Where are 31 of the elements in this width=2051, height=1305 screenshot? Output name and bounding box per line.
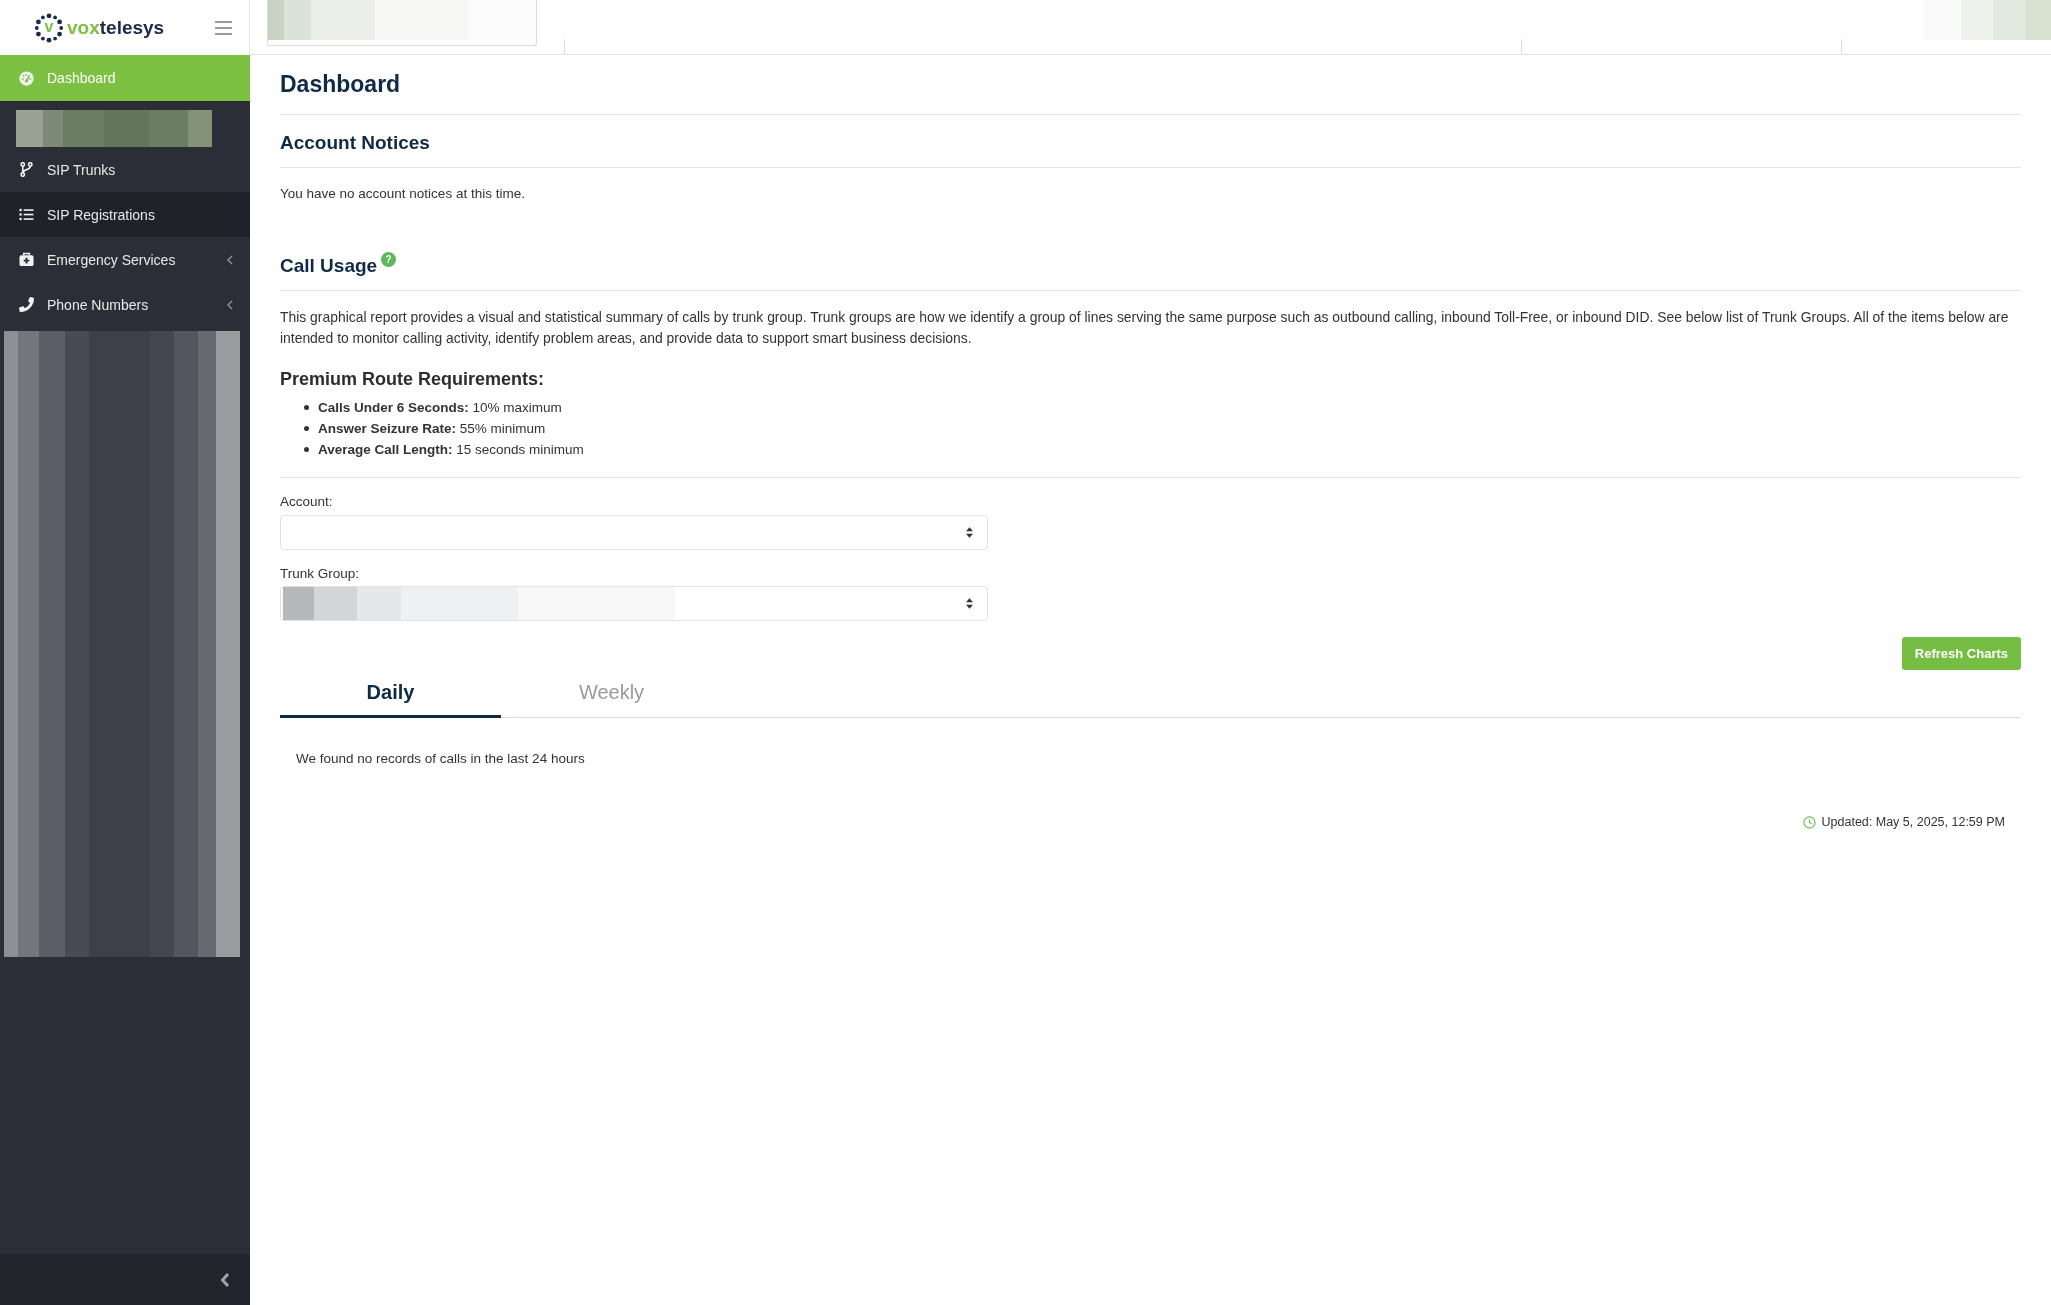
sort-icon	[966, 527, 973, 538]
field-label: Account:	[280, 493, 333, 511]
sort-icon	[966, 598, 973, 609]
updated-text: Updated: May 5, 2025, 12:59 PM	[1821, 814, 2005, 831]
requirement-text: Average Call Length: 15 seconds minimum	[318, 441, 584, 459]
branch-icon	[19, 162, 34, 177]
section-title: Account Notices	[280, 131, 431, 155]
page-title: Dashboard	[280, 70, 402, 98]
bullet-icon	[304, 447, 309, 452]
clock-icon	[1802, 815, 1816, 829]
list-icon	[19, 207, 34, 222]
sidebar-item[interactable]: SIP Registrations	[0, 192, 250, 237]
section-title: Call Usage	[280, 254, 378, 278]
requirement-text: Calls Under 6 Seconds: 10% maximum	[318, 399, 562, 417]
requirements-title: Premium Route Requirements:	[280, 368, 546, 391]
logo: v voxtelesys	[34, 12, 165, 43]
gauge-icon	[19, 70, 34, 86]
tab[interactable]: Daily	[280, 672, 501, 718]
description-text: This graphical report provides a visual and statistical summary of calls by trunk group. Trunk groups are how we identify a group of lines serving the same purpose such as outbound calling, inbound Toll-Free, or inbound DID. See below list of Trunk Groups. All of the items below are intended to monitor calling activity, identify problem areas, and provide data to support smart business decisions.	[280, 308, 2010, 348]
requirement-text: Answer Seizure Rate: 55% minimum	[318, 420, 546, 438]
collapse-icon[interactable]	[220, 1271, 230, 1288]
medkit-icon	[19, 252, 34, 267]
empty-message: We found no records of calls in the last 24 hours	[295, 750, 586, 768]
phone-icon	[19, 297, 34, 312]
bullet-icon	[304, 405, 309, 410]
field-label: Trunk Group:	[280, 565, 360, 583]
menu-icon[interactable]	[215, 20, 232, 35]
select-field[interactable]	[280, 586, 988, 621]
select-field[interactable]	[280, 515, 988, 550]
bullet-icon	[304, 426, 309, 431]
notice-text: You have no account notices at this time.	[280, 185, 526, 203]
